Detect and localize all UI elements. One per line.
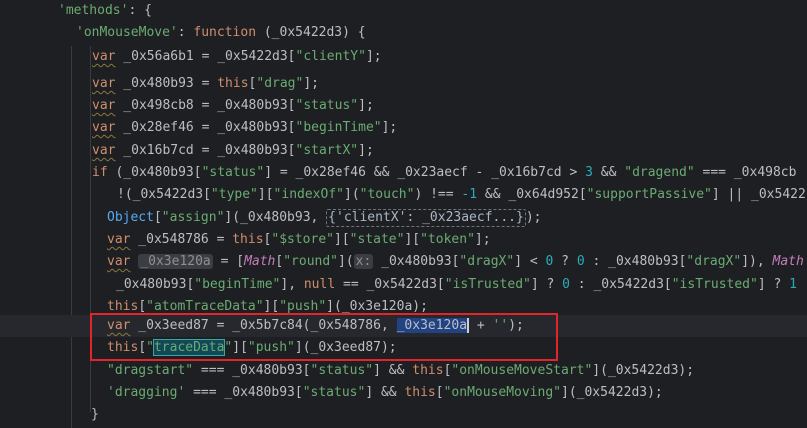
code-line: if (_0x480b93["status"] = _0x28ef46 && _… bbox=[92, 165, 797, 180]
code-line: var _0x3e120a = [Math["round"](x: _0x480… bbox=[107, 254, 804, 269]
code-line: var _0x480b93 = this["drag"]; bbox=[92, 76, 319, 91]
code-line: 'dragging' === _0x480b93["status"] && th… bbox=[107, 385, 663, 400]
parameter-hint: x: bbox=[353, 254, 374, 269]
indent-guide bbox=[71, 46, 72, 428]
code-line: var _0x16b7cd = _0x480b93["startX"]; bbox=[92, 143, 374, 158]
code-line: var _0x28ef46 = _0x480b93["beginTime"]; bbox=[92, 120, 398, 135]
code-editor[interactable]: 'methods': { 'onMouseMove': function (_0… bbox=[0, 0, 807, 428]
code-line: } bbox=[91, 407, 99, 422]
code-line: Object["assign"](_0x480b93, {'clientX': … bbox=[107, 209, 542, 227]
code-line: !(_0x5422d3["type"]["indexOf"]("touch") … bbox=[117, 187, 806, 202]
code-line: var _0x498cb8 = _0x480b93["status"]; bbox=[92, 98, 374, 113]
code-line: "dragstart" === _0x480b93["status"] && t… bbox=[107, 363, 695, 378]
folded-code-region[interactable]: {'clientX': _0x23aecf...} bbox=[326, 209, 526, 227]
code-line: var _0x548786 = this["$store"]["state"][… bbox=[107, 232, 491, 247]
code-line: _0x480b93["beginTime"], null == _0x5422d… bbox=[116, 277, 797, 292]
code-line: var _0x56a6b1 = _0x5422d3["clientY"]; bbox=[92, 49, 382, 64]
code-line: 'methods': { bbox=[58, 3, 152, 18]
code-line: 'onMouseMove': function (_0x5422d3) { bbox=[76, 25, 366, 40]
annotation-highlight-box bbox=[90, 313, 558, 361]
